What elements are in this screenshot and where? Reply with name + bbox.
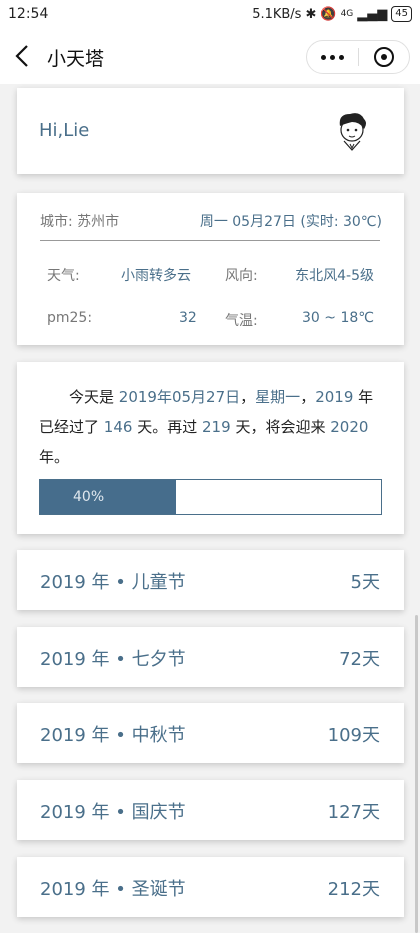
close-target-icon [373, 47, 394, 67]
mini-program-capsule [306, 40, 410, 74]
wind-label: 风向: [225, 268, 258, 284]
festival-days: 109天 [327, 725, 380, 746]
city-label: 城市: 苏州市 [40, 214, 120, 230]
festival-card[interactable]: 2019 年 • 圣诞节 212天 [17, 857, 404, 917]
weather-date: 周一 05月27日 (实时: 30℃) [199, 214, 382, 230]
year-progress-fill: 40% [40, 480, 177, 514]
weather-label: 天气: [47, 268, 80, 284]
signal-bars-icon: ▂▄▆ [357, 6, 388, 22]
weather-card: 城市: 苏州市 周一 05月27日 (实时: 30℃) 天气: 小雨转多云 风向… [17, 193, 404, 345]
progress-text-part: 天。再过 [137, 418, 198, 436]
festival-name: 2019 年 • 中秋节 [40, 725, 186, 746]
pm25-value: 32 [179, 310, 197, 326]
festival-name: 2019 年 • 国庆节 [40, 802, 186, 823]
progress-text-part: 年。 [39, 448, 70, 466]
more-dot-icon [329, 54, 335, 60]
greeting-card: Hi,Lie [17, 88, 404, 174]
progress-text-part: 今天是 [69, 388, 115, 406]
back-button[interactable] [12, 42, 36, 70]
status-icons: 5.1KB/s ✱ 🔕 4G ▂▄▆ 45 [252, 6, 412, 22]
progress-text-part: 天，将会迎来 [235, 418, 326, 436]
festival-days: 5天 [350, 572, 380, 593]
festival-card[interactable]: 2019 年 • 七夕节 72天 [17, 627, 404, 687]
weather-divider [40, 240, 380, 241]
year-progress-text: 今天是 2019年05月27日，星期一，2019 年已经过了 146 天。再过 … [39, 382, 384, 472]
pm25-label: pm25: [47, 310, 93, 326]
signal-icon: 4G [340, 9, 354, 19]
current-year: 2019 [315, 388, 354, 406]
weather-value: 小雨转多云 [121, 268, 191, 284]
year-progress-card: 今天是 2019年05月27日，星期一，2019 年已经过了 146 天。再过 … [17, 362, 404, 534]
next-year: 2020 [330, 418, 369, 436]
page-title: 小天塔 [47, 48, 105, 70]
festival-days: 72天 [339, 649, 380, 670]
avatar[interactable] [330, 110, 374, 152]
status-bar: 12:54 5.1KB/s ✱ 🔕 4G ▂▄▆ 45 [0, 0, 420, 30]
days-remaining: 219 [202, 418, 231, 436]
festival-name: 2019 年 • 圣诞节 [40, 879, 186, 900]
temperature-label: 气温: [225, 313, 258, 329]
greeting-text: Hi,Lie [39, 120, 90, 141]
progress-text-part: ， [240, 388, 256, 406]
festival-name: 2019 年 • 七夕节 [40, 649, 186, 670]
chevron-left-icon [15, 45, 28, 67]
festival-card[interactable]: 2019 年 • 中秋节 109天 [17, 703, 404, 763]
mute-icon: 🔕 [320, 6, 337, 22]
today-date: 2019年05月27日 [118, 388, 241, 406]
scrollbar[interactable] [415, 615, 418, 933]
battery-icon: 45 [391, 6, 412, 22]
status-time: 12:54 [8, 6, 49, 22]
progress-text-part: ， [300, 388, 316, 406]
festival-card[interactable]: 2019 年 • 儿童节 5天 [17, 550, 404, 610]
year-progress-bar: 40% [39, 479, 382, 515]
festival-days: 212天 [327, 879, 380, 900]
nav-bar: 小天塔 [0, 30, 420, 84]
days-passed: 146 [103, 418, 133, 436]
festival-days: 127天 [327, 802, 380, 823]
more-button[interactable] [307, 54, 358, 60]
wind-value: 东北风4-5级 [295, 268, 374, 284]
bluetooth-icon: ✱ [305, 6, 317, 22]
today-weekday: 星期一 [255, 388, 301, 406]
more-dot-icon [338, 54, 344, 60]
close-button[interactable] [359, 47, 410, 67]
more-dot-icon [320, 54, 326, 60]
festival-card[interactable]: 2019 年 • 国庆节 127天 [17, 780, 404, 840]
network-speed: 5.1KB/s [252, 6, 302, 22]
temperature-value: 30 ~ 18℃ [302, 310, 374, 326]
festival-name: 2019 年 • 儿童节 [40, 572, 186, 593]
